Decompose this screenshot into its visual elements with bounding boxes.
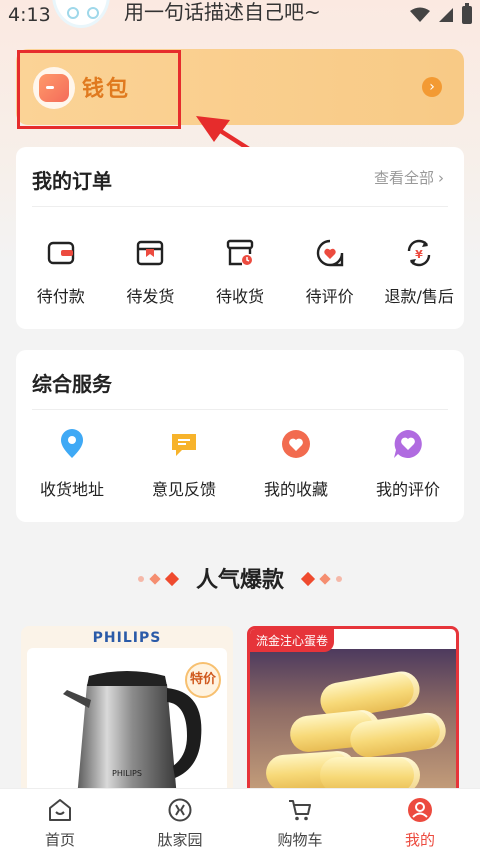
nav-label: 购物车 — [277, 831, 323, 849]
chevron-right-icon: › — [438, 169, 444, 187]
status-bar: 4:13 用一句话描述自己吧~ — [0, 0, 480, 30]
service-list: 收货地址 意见反馈 我的收藏 我的评价 — [16, 428, 464, 500]
decoration-left — [135, 569, 181, 588]
feedback-icon — [172, 434, 196, 456]
status-time: 4:13 — [8, 4, 51, 26]
order-status-list: 待付款 待发货 待收货 待评价 ¥ 退款/售后 — [16, 237, 464, 307]
svg-text:¥: ¥ — [415, 248, 423, 261]
package-icon — [137, 240, 164, 266]
order-item-pending-payment[interactable]: 待付款 — [16, 237, 106, 307]
service-item-label: 我的评价 — [375, 480, 440, 499]
order-item-label: 退款/售后 — [384, 287, 454, 306]
orders-title: 我的订单 — [32, 169, 112, 193]
product-card-kettle[interactable]: PHILIPS PHILIPS 特价 — [21, 626, 233, 796]
location-pin-icon — [61, 429, 83, 458]
service-item-feedback[interactable]: 意见反馈 — [128, 428, 240, 500]
home-icon — [49, 799, 71, 821]
status-icons — [410, 3, 472, 24]
nav-label: 首页 — [44, 831, 75, 849]
nav-item-cart[interactable]: 购物车 — [240, 789, 360, 854]
review-heart-icon — [394, 430, 422, 458]
avatar[interactable] — [52, 0, 110, 28]
service-item-favorites[interactable]: 我的收藏 — [240, 428, 352, 500]
service-item-my-reviews[interactable]: 我的评价 — [352, 428, 464, 500]
wallet-icon — [47, 241, 74, 265]
service-item-label: 收货地址 — [39, 480, 104, 499]
nav-item-home[interactable]: 首页 — [0, 789, 120, 854]
popular-heading: 人气爆款 — [0, 562, 480, 594]
product-brand: PHILIPS — [92, 630, 162, 646]
order-item-pending-shipment[interactable]: 待发货 — [106, 237, 196, 307]
order-item-pending-receipt[interactable]: 待收货 — [195, 237, 285, 307]
highlight-box — [17, 50, 181, 129]
service-item-address[interactable]: 收货地址 — [16, 428, 128, 500]
bottom-nav: 首页 肽家园 购物车 我的 — [0, 788, 480, 854]
cart-icon — [289, 800, 311, 821]
signal-icon — [439, 8, 453, 22]
battery-icon — [462, 3, 472, 24]
heart-icon — [282, 430, 310, 458]
profile-icon — [408, 798, 432, 822]
divider — [32, 206, 448, 207]
sale-badge: 特价 — [185, 662, 221, 698]
chevron-right-icon: › — [422, 77, 442, 97]
order-item-refund[interactable]: ¥ 退款/售后 — [374, 237, 464, 307]
popular-title: 人气爆款 — [195, 568, 284, 593]
services-card: 综合服务 收货地址 意见反馈 我的收藏 我的评价 — [16, 350, 464, 522]
order-item-label: 待付款 — [36, 287, 85, 306]
product-card-egg-roll[interactable]: 流金注心蛋卷 — [247, 626, 459, 796]
decoration-right — [299, 569, 345, 588]
orders-card: 我的订单 查看全部 › 待付款 待发货 待收货 待评价 ¥ 退款/售后 — [16, 147, 464, 329]
divider — [32, 409, 448, 410]
nav-item-profile[interactable]: 我的 — [360, 789, 480, 854]
order-item-pending-review[interactable]: 待评价 — [285, 237, 375, 307]
refund-icon: ¥ — [407, 239, 431, 267]
view-all-label: 查看全部 — [373, 169, 434, 187]
nav-item-community[interactable]: 肽家园 — [120, 789, 240, 854]
service-item-label: 意见反馈 — [151, 480, 216, 499]
product-image — [250, 649, 456, 793]
nav-label: 我的 — [404, 831, 435, 849]
community-icon — [168, 798, 192, 822]
order-item-label: 待发货 — [126, 287, 175, 306]
services-title: 综合服务 — [32, 372, 112, 396]
nav-label: 肽家园 — [157, 831, 203, 849]
delivery-box-icon — [226, 239, 254, 266]
view-all-orders-link[interactable]: 查看全部 › — [374, 167, 444, 188]
order-item-label: 待评价 — [305, 287, 354, 306]
profile-description[interactable]: 用一句话描述自己吧~ — [124, 0, 321, 25]
wifi-icon — [410, 7, 430, 22]
svg-text:PHILIPS: PHILIPS — [112, 769, 142, 778]
order-item-label: 待收货 — [215, 287, 264, 306]
product-tag: 流金注心蛋卷 — [250, 629, 335, 652]
service-item-label: 我的收藏 — [263, 480, 328, 499]
review-icon — [316, 239, 343, 267]
